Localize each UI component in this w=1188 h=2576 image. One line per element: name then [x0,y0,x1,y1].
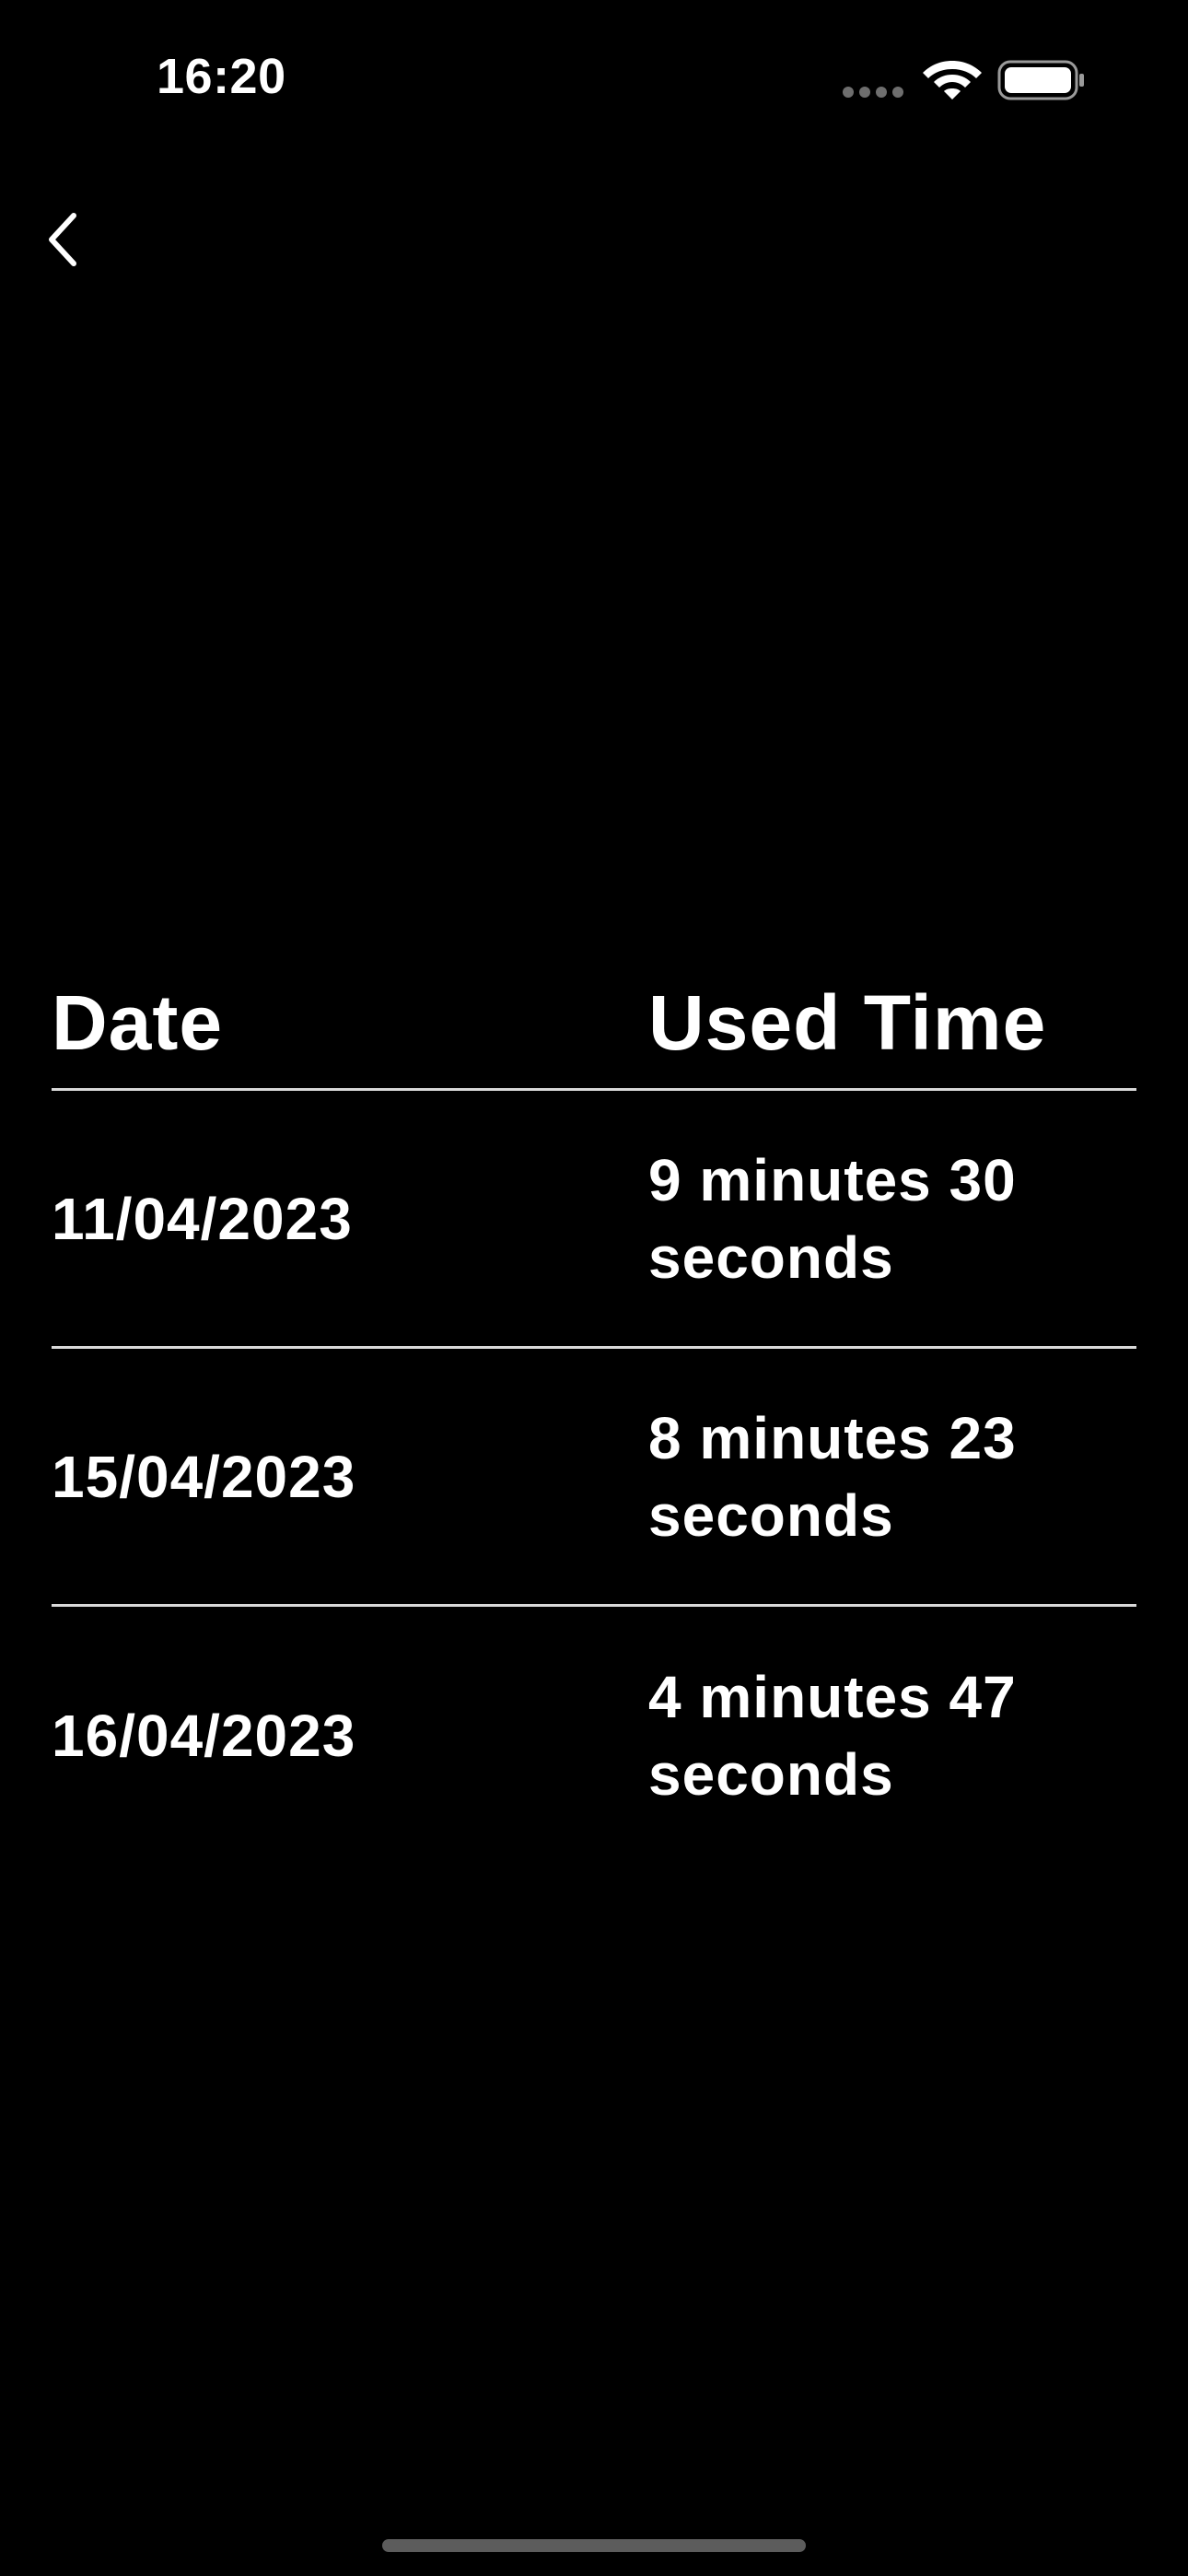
date-cell: 16/04/2023 [52,1703,356,1769]
used-time-cell: 8 minutes 23 seconds [648,1404,1017,1549]
wifi-icon [923,61,982,100]
table-header: Date Used Time [52,958,1136,1091]
status-bar: 16:20 [0,0,1188,157]
table-row: 15/04/2023 8 minutes 23 seconds [52,1349,1136,1607]
date-cell: 15/04/2023 [52,1443,356,1510]
used-time-cell: 4 minutes 47 seconds [648,1664,1017,1808]
used-time-column-header: Used Time [648,979,1047,1066]
date-cell: 11/04/2023 [52,1185,353,1252]
date-column-header: Date [52,979,224,1066]
signal-dots-icon [843,87,903,98]
battery-icon [997,60,1084,100]
used-time-cell: 9 minutes 30 seconds [648,1146,1017,1291]
table-row: 11/04/2023 9 minutes 30 seconds [52,1091,1136,1349]
chevron-left-icon [49,213,76,266]
usage-table: Date Used Time 11/04/2023 9 minutes 30 s… [52,958,1136,1865]
home-indicator[interactable] [382,2539,806,2552]
table-row: 16/04/2023 4 minutes 47 seconds [52,1607,1136,1865]
back-button[interactable] [33,205,92,275]
status-time: 16:20 [157,49,286,104]
